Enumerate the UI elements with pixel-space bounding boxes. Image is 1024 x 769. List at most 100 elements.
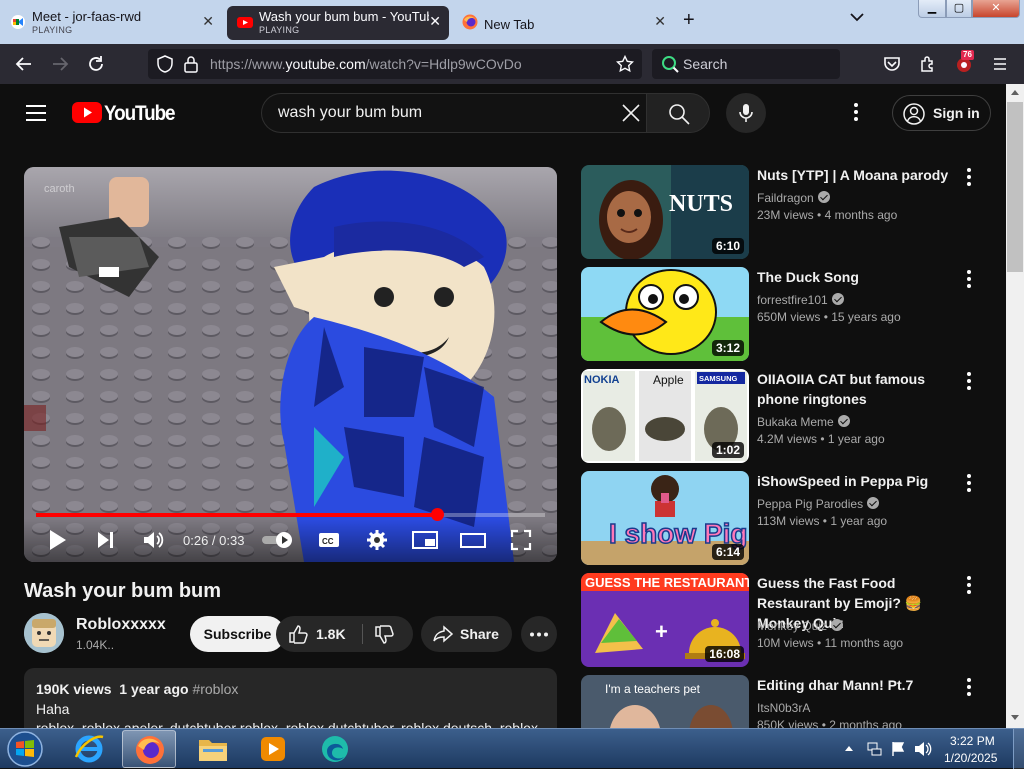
related-channel[interactable]: ItsN0b3rA bbox=[757, 701, 810, 715]
video-player[interactable]: caroth 0:26 / 0:33 CC bbox=[24, 167, 557, 562]
related-title[interactable]: Editing dhar Mann! Pt.7 bbox=[757, 675, 967, 695]
scroll-up-icon[interactable] bbox=[1010, 88, 1020, 96]
minimize-button[interactable]: ▁ bbox=[918, 0, 946, 18]
video-thumbnail[interactable]: NOKIA Apple SAMSUNG 1:02 bbox=[581, 369, 749, 463]
start-button-icon[interactable] bbox=[6, 731, 44, 767]
more-vertical-icon[interactable] bbox=[966, 167, 972, 187]
taskbar-firefox[interactable] bbox=[122, 730, 176, 768]
taskbar-edge[interactable] bbox=[308, 730, 362, 768]
theater-mode-icon[interactable] bbox=[460, 529, 486, 551]
more-vertical-icon[interactable] bbox=[966, 575, 972, 595]
dislike-thumb-down-icon[interactable] bbox=[374, 625, 394, 645]
chevron-down-icon[interactable] bbox=[850, 12, 864, 22]
close-window-button[interactable]: ✕ bbox=[972, 0, 1020, 18]
subscribe-button[interactable]: Subscribe bbox=[190, 616, 285, 652]
related-video-item[interactable]: NOKIA Apple SAMSUNG 1:02 OIIAOIIA CAT bu… bbox=[581, 369, 1001, 463]
related-channel[interactable]: forrestfire101 bbox=[757, 293, 844, 307]
guide-menu-icon[interactable] bbox=[26, 104, 46, 122]
more-vertical-icon[interactable] bbox=[966, 371, 972, 391]
tab-meet[interactable]: Meet - jor-faas-rwd PLAYING ✕ bbox=[0, 6, 222, 40]
autoplay-toggle-icon[interactable] bbox=[260, 529, 296, 551]
taskbar-media-player[interactable] bbox=[246, 730, 300, 768]
like-count[interactable]: 1.8K bbox=[316, 626, 346, 642]
video-thumbnail[interactable]: I'm a teachers pet bbox=[581, 675, 749, 728]
miniplayer-icon[interactable] bbox=[412, 529, 438, 551]
back-arrow-icon[interactable] bbox=[14, 54, 34, 74]
clock-time[interactable]: 3:22 PM bbox=[950, 734, 995, 748]
related-title[interactable]: The Duck Song bbox=[757, 267, 967, 287]
close-tab-icon[interactable]: ✕ bbox=[202, 13, 214, 30]
close-tab-icon[interactable]: ✕ bbox=[429, 13, 441, 30]
close-tab-icon[interactable]: ✕ bbox=[654, 13, 666, 30]
play-icon[interactable] bbox=[48, 529, 68, 551]
taskbar-file-explorer[interactable] bbox=[186, 730, 240, 768]
video-thumbnail[interactable]: GUESS THE RESTAURANT + 16:08 bbox=[581, 573, 749, 667]
fullscreen-icon[interactable] bbox=[510, 529, 532, 551]
extensions-puzzle-icon[interactable] bbox=[918, 54, 938, 74]
sign-in-button[interactable]: Sign in bbox=[892, 95, 991, 131]
forward-arrow-icon[interactable] bbox=[50, 54, 70, 74]
more-vertical-icon[interactable] bbox=[966, 473, 972, 493]
captions-icon[interactable]: CC bbox=[318, 529, 340, 551]
pocket-icon[interactable] bbox=[882, 54, 902, 74]
related-title[interactable]: OIIAOIIA CAT but famous phone ringtones bbox=[757, 369, 967, 409]
youtube-logo-icon[interactable] bbox=[72, 101, 102, 125]
search-button[interactable] bbox=[646, 93, 710, 133]
clear-search-icon[interactable] bbox=[620, 102, 642, 124]
related-channel[interactable]: Monkey Quiz bbox=[757, 619, 844, 633]
video-thumbnail[interactable]: I show Pig 6:14 bbox=[581, 471, 749, 565]
progress-bar[interactable] bbox=[36, 508, 545, 521]
next-video-icon[interactable] bbox=[96, 529, 116, 551]
menu-hamburger-icon[interactable] bbox=[990, 54, 1010, 74]
share-button[interactable]: Share bbox=[421, 616, 512, 652]
reload-icon[interactable] bbox=[86, 54, 106, 74]
scrollbar-thumb[interactable] bbox=[1007, 102, 1023, 272]
action-center-flag-icon[interactable] bbox=[890, 741, 906, 757]
browser-search-bar[interactable]: Search bbox=[652, 49, 840, 79]
related-channel[interactable]: Faildragon bbox=[757, 191, 830, 205]
new-tab-button[interactable]: + bbox=[683, 9, 695, 32]
channel-avatar[interactable] bbox=[24, 613, 64, 653]
youtube-logo-text[interactable]: YouTube bbox=[104, 102, 176, 126]
related-channel[interactable]: Bukaka Meme bbox=[757, 415, 850, 429]
tab-youtube[interactable]: Wash your bum bum - YouTube PLAYING ✕ bbox=[227, 6, 449, 40]
tray-expand-icon[interactable] bbox=[844, 744, 854, 752]
tab-new-tab[interactable]: New Tab ✕ bbox=[452, 6, 674, 40]
lock-icon[interactable] bbox=[183, 55, 199, 73]
video-thumbnail[interactable]: 3:12 bbox=[581, 267, 749, 361]
voice-search-button[interactable] bbox=[726, 93, 766, 133]
maximize-button[interactable]: ▢ bbox=[946, 0, 972, 18]
related-video-item[interactable]: NUTS 6:10 Nuts [YTP] | A Moana parody Fa… bbox=[581, 165, 1001, 259]
related-title[interactable]: iShowSpeed in Peppa Pig bbox=[757, 471, 967, 491]
scroll-down-icon[interactable] bbox=[1010, 714, 1020, 722]
channel-name[interactable]: Robloxxxxx bbox=[76, 616, 166, 634]
network-icon[interactable] bbox=[866, 741, 882, 757]
hashtag-link[interactable]: #roblox bbox=[192, 681, 238, 697]
like-thumb-up-icon[interactable] bbox=[288, 624, 308, 644]
related-video-item[interactable]: I'm a teachers pet Editing dhar Mann! Pt… bbox=[581, 675, 1001, 728]
volume-icon[interactable] bbox=[142, 529, 164, 551]
bookmark-star-icon[interactable] bbox=[616, 55, 634, 73]
show-desktop-button[interactable] bbox=[1013, 729, 1024, 769]
related-title[interactable]: Nuts [YTP] | A Moana parody bbox=[757, 165, 967, 185]
search-query[interactable]: wash your bum bum bbox=[278, 104, 422, 122]
url-bar[interactable]: https://www.youtube.com/watch?v=Hdlp9wCO… bbox=[148, 49, 642, 79]
search-input[interactable]: wash your bum bum bbox=[261, 93, 647, 133]
shield-icon[interactable] bbox=[156, 55, 174, 73]
related-video-item[interactable]: 3:12 The Duck Song forrestfire101 650M v… bbox=[581, 267, 1001, 361]
related-video-item[interactable]: I show Pig 6:14 iShowSpeed in Peppa Pig … bbox=[581, 471, 1001, 565]
edge-icon bbox=[322, 736, 348, 762]
video-thumbnail[interactable]: NUTS 6:10 bbox=[581, 165, 749, 259]
speaker-volume-icon[interactable] bbox=[914, 741, 932, 757]
more-actions-button[interactable] bbox=[521, 616, 557, 652]
url-text[interactable]: https://www.youtube.com/watch?v=Hdlp9wCO… bbox=[210, 56, 522, 72]
related-video-item[interactable]: GUESS THE RESTAURANT + 16:08 Guess the F… bbox=[581, 573, 1001, 667]
more-vertical-icon[interactable] bbox=[966, 269, 972, 289]
taskbar-internet-explorer[interactable] bbox=[62, 730, 116, 768]
related-channel[interactable]: Peppa Pig Parodies bbox=[757, 497, 880, 511]
clock-date[interactable]: 1/20/2025 bbox=[944, 751, 997, 765]
settings-gear-icon[interactable] bbox=[366, 529, 388, 551]
more-vertical-icon[interactable] bbox=[966, 677, 972, 697]
page-scrollbar[interactable] bbox=[1006, 84, 1024, 728]
settings-more-icon[interactable] bbox=[853, 102, 859, 122]
